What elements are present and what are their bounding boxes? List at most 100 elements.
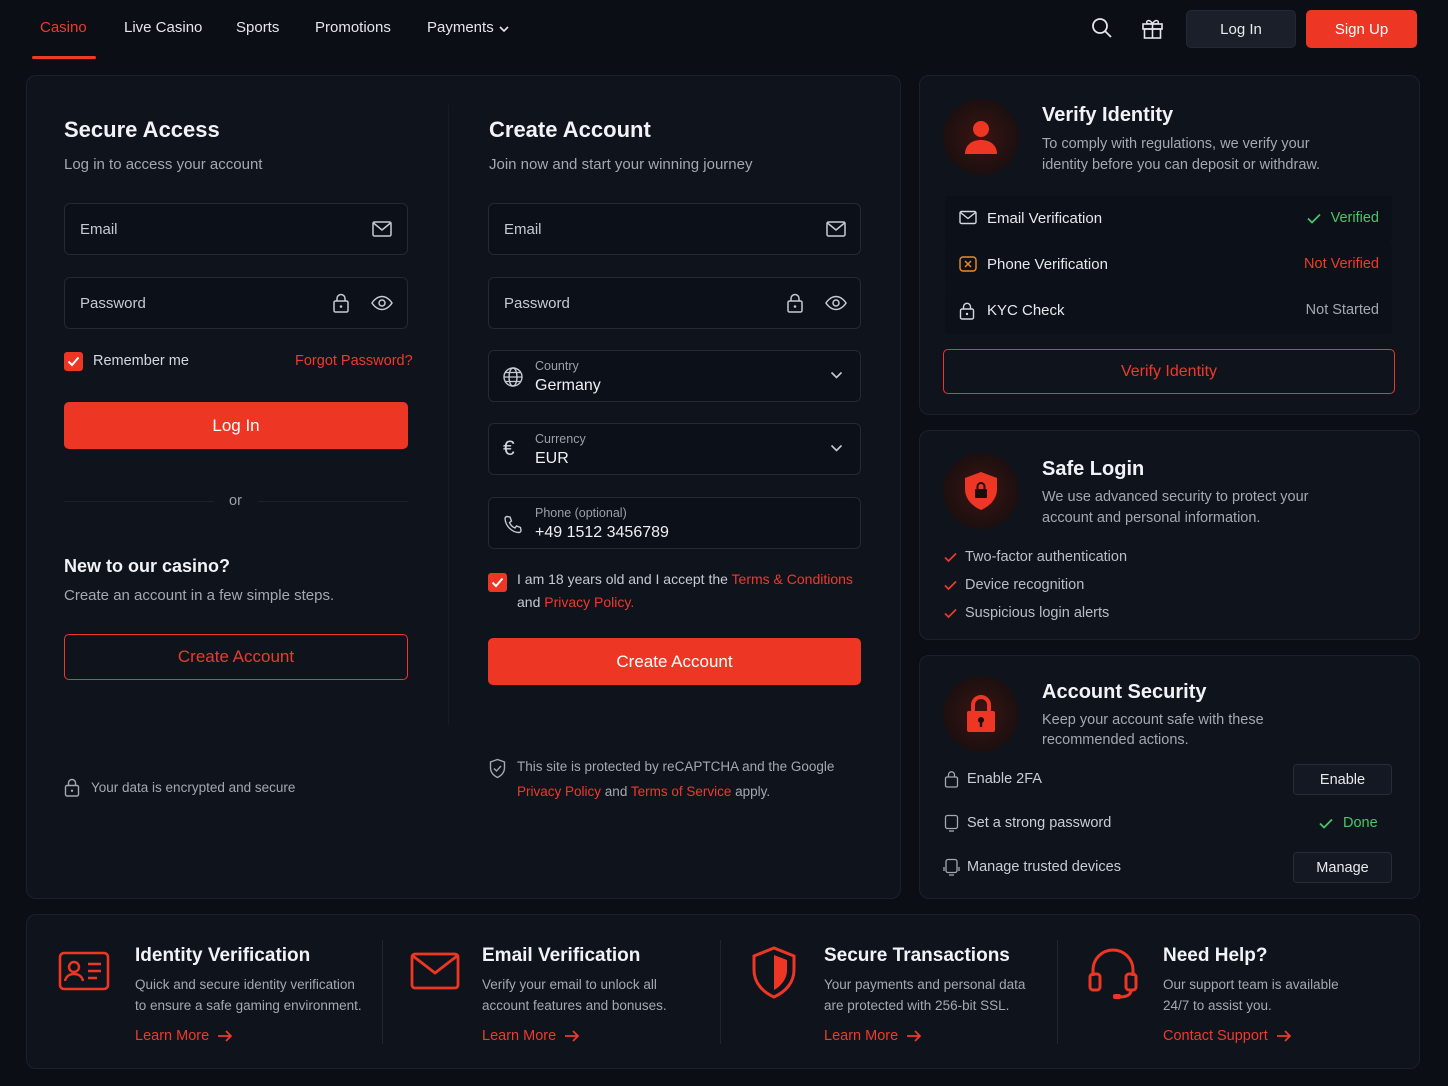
recaptcha-and: and bbox=[604, 784, 628, 799]
contact-support-link[interactable]: Contact Support bbox=[1163, 1028, 1292, 1044]
password-icon bbox=[944, 814, 959, 832]
eye-icon[interactable] bbox=[371, 295, 393, 311]
kyc-check-status: Not Started bbox=[1305, 302, 1379, 318]
email-verified-text: Verified bbox=[1330, 210, 1379, 226]
manage-devices-button[interactable]: Manage bbox=[1293, 852, 1392, 883]
column-divider bbox=[448, 105, 449, 725]
chevron-down-icon bbox=[830, 371, 843, 380]
phone-icon bbox=[502, 514, 524, 536]
phone-field[interactable]: Phone (optional) +49 1512 3456789 bbox=[488, 497, 861, 549]
terms-period: . bbox=[630, 594, 635, 610]
register-subtitle: Join now and start your winning journey bbox=[489, 156, 753, 173]
login-subtitle: Log in to access your account bbox=[64, 156, 263, 173]
login-email-field[interactable]: Email bbox=[64, 203, 408, 255]
country-value: Germany bbox=[535, 377, 601, 394]
devices-icon bbox=[943, 858, 960, 876]
help-card-desc-1: Our support team is available bbox=[1163, 977, 1339, 992]
recaptcha-line2: Privacy Policy and Terms of Service appl… bbox=[517, 784, 770, 799]
email-card-desc-1: Verify your email to unlock all bbox=[482, 977, 657, 992]
lock-icon bbox=[944, 770, 959, 788]
phone-verification-status: Not Verified bbox=[1304, 256, 1379, 272]
recaptcha-apply: apply. bbox=[735, 784, 771, 799]
nav-payments[interactable]: Payments bbox=[427, 19, 494, 36]
safe-feature-item: Two-factor authentication bbox=[944, 549, 1127, 565]
identity-learn-more-link[interactable]: Learn More bbox=[135, 1028, 233, 1044]
gift-icon[interactable] bbox=[1141, 17, 1164, 40]
account-security-desc-2: recommended actions. bbox=[1042, 732, 1189, 748]
phone-label: Phone (optional) bbox=[535, 506, 627, 520]
search-icon[interactable] bbox=[1091, 17, 1113, 39]
create-account-outline-button[interactable]: Create Account bbox=[64, 634, 408, 680]
phone-alert-icon bbox=[959, 256, 977, 272]
enable-2fa-button[interactable]: Enable bbox=[1293, 764, 1392, 795]
id-card-icon bbox=[58, 950, 110, 992]
lock-icon bbox=[959, 302, 975, 320]
verify-desc-2: identity before you can deposit or withd… bbox=[1042, 157, 1321, 173]
new-user-subtitle: Create an account in a few simple steps. bbox=[64, 587, 335, 604]
euro-icon: € bbox=[503, 437, 515, 460]
secure-note: Your data is encrypted and secure bbox=[91, 780, 296, 795]
email-verification-row: Email Verification Verified bbox=[945, 196, 1392, 242]
identity-card-desc-1: Quick and secure identity verification bbox=[135, 977, 355, 992]
shield-check-icon bbox=[488, 758, 507, 779]
login-submit-button[interactable]: Log In bbox=[64, 402, 408, 449]
divider-left bbox=[64, 501, 214, 502]
shield-icon bbox=[750, 946, 798, 1000]
transactions-learn-more-link[interactable]: Learn More bbox=[824, 1028, 922, 1044]
remember-checkbox[interactable] bbox=[64, 352, 83, 371]
phone-verification-label: Phone Verification bbox=[987, 256, 1108, 273]
login-password-field[interactable]: Password bbox=[64, 277, 408, 329]
or-label: or bbox=[229, 493, 242, 509]
identity-link-text: Learn More bbox=[135, 1028, 210, 1044]
country-label: Country bbox=[535, 359, 579, 373]
email-verification-label: Email Verification bbox=[987, 210, 1103, 227]
mail-icon bbox=[372, 220, 392, 238]
terms-link[interactable]: Terms & Conditions bbox=[732, 571, 853, 587]
register-password-field[interactable]: Password bbox=[488, 277, 861, 329]
register-password-placeholder: Password bbox=[504, 295, 570, 312]
safe-feature-device: Device recognition bbox=[965, 577, 1085, 593]
phone-verification-row: Phone Verification Not Verified bbox=[945, 242, 1392, 288]
identity-card-desc-2: to ensure a safe gaming environment. bbox=[135, 998, 362, 1013]
strong-password-label: Set a strong password bbox=[967, 815, 1112, 831]
recaptcha-terms-link[interactable]: Terms of Service bbox=[631, 784, 732, 799]
register-submit-button[interactable]: Create Account bbox=[488, 638, 861, 685]
enable-2fa-label: Enable 2FA bbox=[967, 771, 1042, 787]
safe-feature-item: Device recognition bbox=[944, 577, 1084, 593]
terms-and: and bbox=[517, 594, 541, 610]
recaptcha-line1: This site is protected by reCAPTCHA and … bbox=[517, 759, 835, 774]
email-learn-more-link[interactable]: Learn More bbox=[482, 1028, 580, 1044]
nav-promotions[interactable]: Promotions bbox=[315, 19, 391, 36]
currency-select[interactable]: € Currency EUR bbox=[488, 423, 861, 475]
privacy-policy-link[interactable]: Privacy Policy bbox=[544, 594, 630, 610]
chevron-down-icon bbox=[830, 444, 843, 453]
terms-checkbox[interactable] bbox=[488, 573, 507, 592]
card-divider bbox=[1057, 940, 1058, 1044]
country-select[interactable]: Country Germany bbox=[488, 350, 861, 402]
nav-sports[interactable]: Sports bbox=[236, 19, 279, 36]
support-link-text: Contact Support bbox=[1163, 1028, 1268, 1044]
nav-casino[interactable]: Casino bbox=[40, 19, 87, 36]
recaptcha-privacy-link[interactable]: Privacy Policy bbox=[517, 784, 601, 799]
verify-identity-button[interactable]: Verify Identity bbox=[943, 349, 1395, 394]
eye-icon[interactable] bbox=[825, 295, 847, 311]
verify-title: Verify Identity bbox=[1042, 104, 1174, 126]
login-title: Secure Access bbox=[64, 117, 220, 142]
padlock-icon bbox=[943, 676, 1019, 752]
currency-value: EUR bbox=[535, 450, 569, 467]
strong-password-done: Done bbox=[1343, 815, 1378, 831]
terms-text: I am 18 years old and I accept the Terms… bbox=[517, 571, 853, 587]
email-verification-status: Verified bbox=[1306, 210, 1379, 226]
terms-text-line2: and Privacy Policy. bbox=[517, 594, 634, 610]
card-divider bbox=[382, 940, 383, 1044]
login-button[interactable]: Log In bbox=[1186, 10, 1296, 48]
signup-button[interactable]: Sign Up bbox=[1306, 10, 1417, 48]
terms-prefix: I am 18 years old and I accept the bbox=[517, 571, 728, 587]
account-security-desc-1: Keep your account safe with these bbox=[1042, 712, 1264, 728]
chevron-down-icon[interactable] bbox=[498, 23, 510, 35]
register-email-field[interactable]: Email bbox=[488, 203, 861, 255]
top-nav: Casino Live Casino Sports Promotions Pay… bbox=[0, 0, 1448, 59]
help-card-title: Need Help? bbox=[1163, 945, 1268, 966]
forgot-password-link[interactable]: Forgot Password? bbox=[295, 353, 413, 369]
nav-live-casino[interactable]: Live Casino bbox=[124, 19, 202, 36]
